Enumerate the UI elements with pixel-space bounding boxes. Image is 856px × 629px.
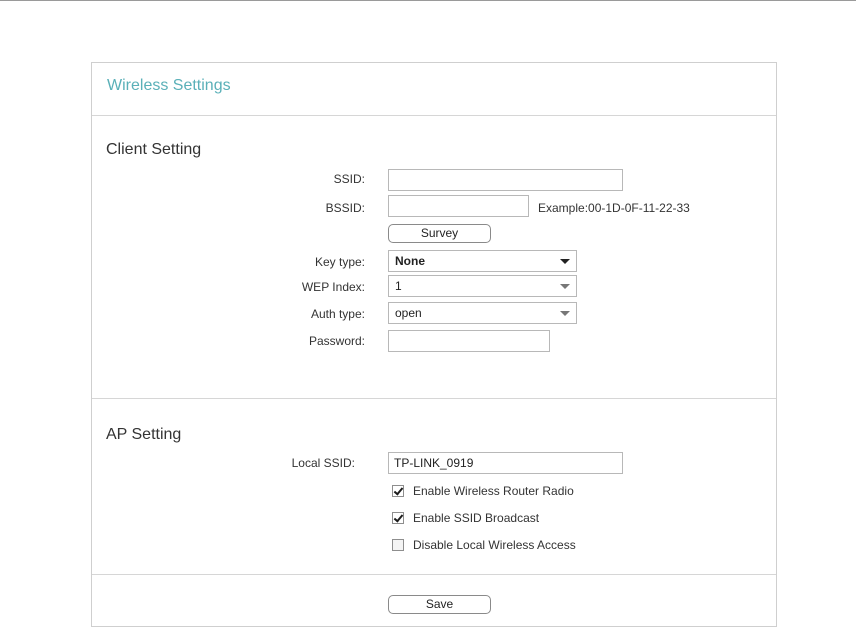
bssid-input[interactable]	[388, 195, 529, 217]
auth-type-value: open	[395, 306, 422, 320]
chevron-down-icon	[560, 311, 570, 316]
auth-type-label: Auth type:	[310, 307, 365, 321]
client-setting-heading: Client Setting	[106, 141, 202, 158]
wireless-settings-panel: Wireless Settings Client Setting SSID: B…	[91, 62, 777, 627]
password-label: Password:	[308, 334, 365, 348]
disable-local-wireless-label: Disable Local Wireless Access	[413, 538, 576, 552]
chevron-down-icon	[560, 259, 570, 264]
key-type-label: Key type:	[314, 255, 365, 269]
password-input[interactable]	[388, 330, 550, 352]
section-divider	[92, 398, 776, 399]
key-type-select[interactable]: None	[388, 250, 577, 272]
auth-type-select[interactable]: open	[388, 302, 577, 324]
enable-radio-checkbox[interactable]	[392, 485, 404, 497]
wep-index-select[interactable]: 1	[388, 275, 577, 297]
chevron-down-icon	[560, 284, 570, 289]
ssid-input[interactable]	[388, 169, 623, 191]
bssid-example-hint: Example:00-1D-0F-11-22-33	[538, 201, 690, 215]
top-divider	[0, 0, 856, 1]
enable-ssid-broadcast-checkbox[interactable]	[392, 512, 404, 524]
survey-button[interactable]: Survey	[388, 224, 491, 243]
wep-index-value: 1	[395, 279, 402, 293]
wep-index-label: WEP Index:	[301, 280, 365, 294]
footer-divider	[92, 574, 776, 575]
save-button[interactable]: Save	[388, 595, 491, 614]
panel-title: Wireless Settings	[107, 77, 231, 94]
title-divider	[92, 115, 776, 116]
ssid-label: SSID:	[333, 172, 365, 186]
local-ssid-input[interactable]	[388, 452, 623, 474]
local-ssid-label: Local SSID:	[291, 456, 355, 470]
enable-ssid-broadcast-label: Enable SSID Broadcast	[413, 511, 540, 525]
disable-local-wireless-checkbox[interactable]	[392, 539, 404, 551]
ap-setting-heading: AP Setting	[106, 426, 182, 443]
key-type-value: None	[395, 254, 425, 268]
enable-radio-label: Enable Wireless Router Radio	[413, 484, 574, 498]
bssid-label: BSSID:	[325, 201, 365, 215]
